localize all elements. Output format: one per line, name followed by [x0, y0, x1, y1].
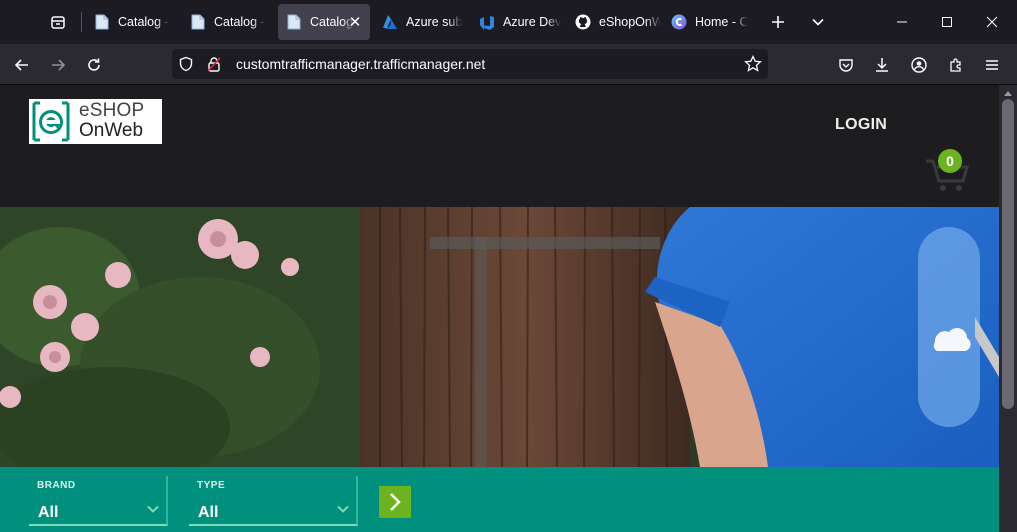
scroll-up-arrow-icon[interactable] [1003, 89, 1013, 97]
minimize-icon [897, 21, 907, 23]
back-button[interactable] [6, 49, 38, 81]
tab-title: Azure Dev [503, 15, 562, 29]
insecure-lock-icon[interactable] [206, 56, 222, 77]
tab-home[interactable]: Home - C [663, 4, 757, 40]
app-menu-button[interactable] [976, 49, 1008, 81]
logo-text-eshop: eSHOP [79, 100, 145, 121]
tab-azure-devops[interactable]: Azure Dev [471, 4, 565, 40]
apply-filter-button[interactable] [379, 486, 411, 518]
type-filter-select[interactable]: TYPE All [189, 476, 358, 526]
login-link[interactable]: LOGIN [835, 116, 887, 134]
azure-devops-icon [479, 14, 495, 30]
brand-filter-label: BRAND [37, 480, 76, 491]
account-button[interactable] [903, 49, 935, 81]
github-icon [575, 14, 591, 30]
page-icon [94, 14, 110, 30]
new-tab-button[interactable] [762, 6, 794, 38]
close-window-button[interactable] [970, 0, 1014, 44]
maximize-icon [942, 17, 952, 27]
logo-text-onweb: OnWeb [79, 120, 144, 141]
hero-banner-image [0, 207, 999, 467]
scrollbar-thumb[interactable] [1002, 99, 1014, 409]
hamburger-menu-icon [986, 60, 998, 70]
reload-button[interactable] [78, 49, 110, 81]
firefox-view-icon [51, 16, 65, 29]
eshop-logo[interactable]: eSHOP OnWeb [29, 99, 162, 144]
brand-filter-value[interactable]: All [38, 504, 58, 522]
forward-button[interactable] [42, 49, 74, 81]
puzzle-icon [950, 58, 961, 72]
pocket-button[interactable] [830, 49, 862, 81]
close-icon [986, 16, 998, 28]
arrow-left-icon [14, 59, 28, 71]
extensions-button[interactable] [940, 49, 972, 81]
tab-title: eShopOnW [599, 15, 661, 29]
plus-icon [772, 16, 784, 28]
account-icon [911, 57, 927, 73]
tab-catalog-1[interactable]: Catalog - [86, 4, 178, 40]
tab-catalog-2[interactable]: Catalog - [182, 4, 274, 40]
tab-title: Catalog - [118, 15, 169, 29]
azure-icon [382, 14, 398, 30]
page-icon [286, 14, 302, 30]
tab-title: Catalog - [214, 15, 265, 29]
copilot-icon [671, 14, 687, 30]
download-icon [876, 58, 888, 72]
list-all-tabs-button[interactable] [802, 6, 834, 38]
tab-catalog-active[interactable]: Catalog ✕ [278, 4, 370, 40]
minimize-button[interactable] [880, 0, 924, 44]
type-filter-value[interactable]: All [198, 504, 218, 522]
eshop-logo-mark-icon [31, 101, 71, 142]
tab-azure-sub[interactable]: Azure sub [374, 4, 468, 40]
tab-title: Azure sub [406, 15, 463, 29]
navigation-toolbar: customtrafficmanager.trafficmanager.net [0, 44, 1017, 85]
chevron-down-icon [147, 505, 159, 513]
shield-icon[interactable] [178, 56, 194, 77]
firefox-view-button[interactable] [42, 6, 74, 38]
downloads-button[interactable] [866, 49, 898, 81]
reload-icon [88, 58, 100, 71]
type-filter-label: TYPE [197, 480, 226, 491]
brand-filter-select[interactable]: BRAND All [29, 476, 168, 526]
site-header: eSHOP OnWeb LOGIN 0 [0, 85, 999, 207]
tab-strip: Catalog - Catalog - Catalog ✕ Azure sub … [0, 0, 1017, 44]
page-scrollbar[interactable] [999, 85, 1017, 532]
tab-close-icon[interactable]: ✕ [346, 13, 364, 31]
chevron-right-icon [390, 493, 401, 511]
arrow-right-icon [52, 59, 66, 71]
page-icon [190, 14, 206, 30]
hero-photo [0, 207, 999, 467]
bookmark-star-icon[interactable] [744, 54, 762, 78]
pocket-icon [839, 59, 853, 72]
tab-eshoponweb[interactable]: eShopOnW [567, 4, 661, 40]
address-bar[interactable]: customtrafficmanager.trafficmanager.net [172, 49, 768, 79]
tab-title: Home - C [695, 15, 749, 29]
catalog-filter-bar: BRAND All TYPE All [0, 467, 999, 532]
chevron-down-icon [812, 18, 824, 26]
chevron-down-icon [337, 505, 349, 513]
web-page: eSHOP OnWeb LOGIN 0 BRAND All TYPE All [0, 85, 999, 532]
maximize-button[interactable] [925, 0, 969, 44]
cart-count-badge[interactable]: 0 [938, 149, 962, 173]
url-text[interactable]: customtrafficmanager.trafficmanager.net [236, 56, 485, 72]
